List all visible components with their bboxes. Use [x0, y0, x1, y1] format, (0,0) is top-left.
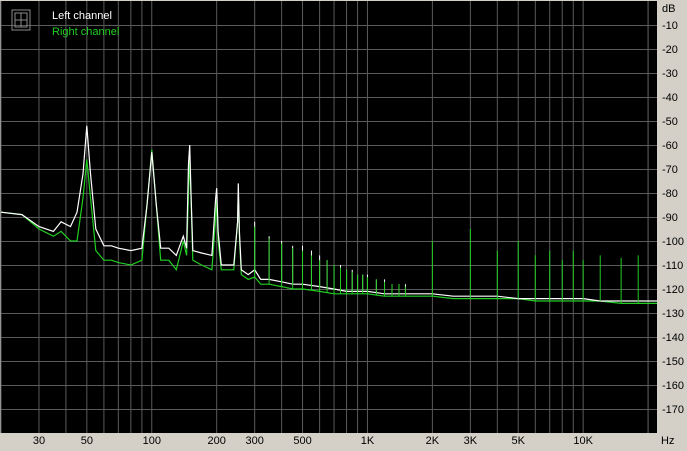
x-tick-label: 200	[208, 435, 226, 447]
y-tick-label: -100	[662, 236, 684, 248]
y-tick-label: -20	[662, 44, 678, 56]
y-tick-label: -10	[662, 20, 678, 32]
x-tick-label: 5K	[511, 435, 525, 447]
y-tick-label: -130	[662, 308, 684, 320]
x-tick-label: 100	[143, 435, 161, 447]
y-tick-label: -30	[662, 68, 678, 80]
legend-right-channel: Right channel	[52, 26, 119, 38]
legend-left-channel: Left channel	[52, 10, 112, 22]
x-tick-label: 1K	[361, 435, 375, 447]
y-tick-label: -150	[662, 356, 684, 368]
x-tick-label: 10K	[573, 435, 593, 447]
x-tick-label: 30	[33, 435, 45, 447]
y-tick-label: -40	[662, 92, 678, 104]
y-tick-label: -60	[662, 140, 678, 152]
x-tick-label: 2K	[426, 435, 440, 447]
spectrum-chart: -10 -20 -30 -40 -50 -60 -70 -80 -90 -100 -110 -120 -…	[0, 0, 687, 451]
x-tick-label: 500	[293, 435, 311, 447]
y-tick-label: -170	[662, 404, 684, 416]
y-tick-label: -70	[662, 164, 678, 176]
y-tick-label: -90	[662, 212, 678, 224]
y-tick-label: -110	[662, 260, 683, 272]
y-tick-label: -160	[662, 380, 684, 392]
x-axis-unit: Hz	[661, 435, 674, 447]
x-tick-label: 50	[81, 435, 93, 447]
y-tick-label: -80	[662, 188, 678, 200]
y-tick-label: -140	[662, 332, 684, 344]
x-tick-label: 300	[245, 435, 263, 447]
y-tick-label: -50	[662, 116, 678, 128]
x-tick-label: 3K	[464, 435, 478, 447]
y-tick-label: -120	[662, 284, 684, 296]
y-axis-unit: dB	[662, 3, 675, 15]
